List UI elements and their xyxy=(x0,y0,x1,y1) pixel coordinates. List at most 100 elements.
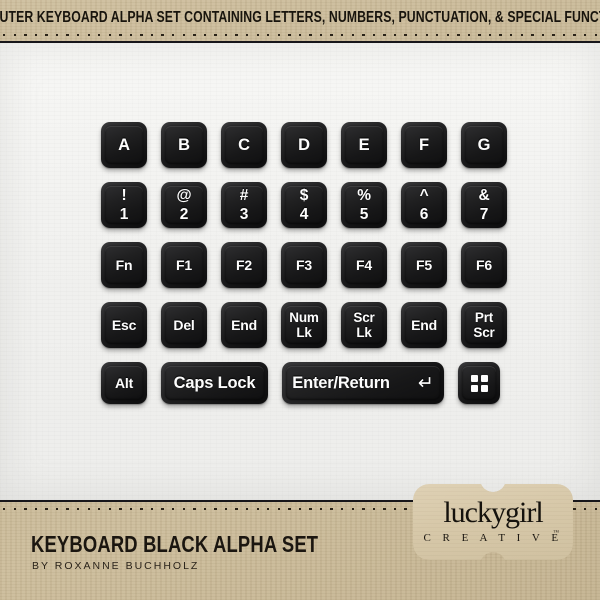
key-face: @2 xyxy=(165,186,203,224)
key-face: Caps Lock xyxy=(165,366,264,400)
key-label: F4 xyxy=(356,257,372,273)
divider-dot xyxy=(562,33,566,37)
key-face: ! 1 xyxy=(105,186,143,224)
key-f1[interactable]: F1 xyxy=(161,242,207,288)
key-face: Del xyxy=(165,306,203,344)
key-esc[interactable]: Esc xyxy=(101,302,147,348)
divider-dot xyxy=(330,33,333,37)
trademark-symbol: ™ xyxy=(553,530,559,536)
key-label-top: Prt xyxy=(474,310,494,325)
key-face: Prt Scr xyxy=(465,306,503,344)
key-label-top: $ xyxy=(299,187,309,204)
key-2[interactable]: @2 xyxy=(161,182,207,228)
divider-dot xyxy=(351,507,354,511)
key-face: F2 xyxy=(225,246,263,284)
divider-dot xyxy=(245,33,249,37)
key-face: ^ 6 xyxy=(405,186,443,224)
key-fn[interactable]: Fn xyxy=(101,242,147,288)
divider-dot xyxy=(541,33,545,37)
divider-dot xyxy=(341,507,344,511)
divider-dot xyxy=(573,33,576,37)
key-caps-lock[interactable]: Caps Lock xyxy=(161,362,268,404)
divider-dot xyxy=(172,33,175,37)
key-label: Del xyxy=(173,317,195,333)
key-windows-grid-icon[interactable] xyxy=(458,362,500,404)
key-face: C xyxy=(225,126,263,164)
key-f6[interactable]: F6 xyxy=(461,242,507,288)
key-f2[interactable]: F2 xyxy=(221,242,267,288)
divider-dot xyxy=(372,33,376,37)
key-6[interactable]: ^ 6 xyxy=(401,182,447,228)
key-d[interactable]: D xyxy=(281,122,327,168)
key-a[interactable]: A xyxy=(101,122,147,168)
divider-dot xyxy=(150,507,154,511)
divider-dot xyxy=(129,507,133,511)
divider-dot xyxy=(478,33,481,37)
key-face: Enter/Return ↵ xyxy=(286,366,440,400)
key-label-top: # xyxy=(239,187,249,204)
key-7[interactable]: & 7 xyxy=(461,182,507,228)
divider-dot xyxy=(140,507,143,511)
key-f3[interactable]: F3 xyxy=(281,242,327,288)
key-alt[interactable]: Alt xyxy=(101,362,147,404)
divider-dot xyxy=(330,507,333,511)
key-c[interactable]: C xyxy=(221,122,267,168)
divider-dot xyxy=(245,507,249,511)
key-4[interactable]: $4 xyxy=(281,182,327,228)
divider-dot xyxy=(193,33,196,37)
divider-dot xyxy=(224,33,228,37)
divider-dot xyxy=(393,33,397,37)
divider-dot xyxy=(172,507,175,511)
product-author: by Roxanne Buchholz xyxy=(32,560,200,572)
key-f4[interactable]: F4 xyxy=(341,242,387,288)
key-face: B xyxy=(165,126,203,164)
key-label-bottom: Scr xyxy=(473,324,495,340)
key-del[interactable]: Del xyxy=(161,302,207,348)
divider-dot xyxy=(277,507,281,511)
divider-dot xyxy=(446,33,450,37)
divider-dot xyxy=(214,33,217,37)
key-end[interactable]: End xyxy=(401,302,447,348)
key-face: & 7 xyxy=(465,186,503,224)
divider-dot xyxy=(594,507,597,511)
key-enter-return[interactable]: Enter/Return ↵ xyxy=(282,362,444,404)
divider-dot xyxy=(383,507,386,511)
key-label: Alt xyxy=(114,375,134,391)
key-e[interactable]: E xyxy=(341,122,387,168)
divider-dot xyxy=(531,33,534,37)
key-label: F xyxy=(419,135,429,154)
key-scr-lk[interactable]: Scr Lk xyxy=(341,302,387,348)
key-f[interactable]: F xyxy=(401,122,447,168)
divider-dot xyxy=(119,33,122,37)
divider-dot xyxy=(319,507,323,511)
key-end[interactable]: End xyxy=(221,302,267,348)
divider-dot xyxy=(87,33,90,37)
key-label-bottom: 2 xyxy=(179,205,189,223)
key-face: End xyxy=(225,306,263,344)
divider-dot xyxy=(203,33,207,37)
key-label-bottom: Lk xyxy=(296,324,312,340)
divider-dot xyxy=(193,507,196,511)
key-face: G xyxy=(465,126,503,164)
key-label-bottom: 4 xyxy=(299,205,309,223)
key-1[interactable]: ! 1 xyxy=(101,182,147,228)
divider-dot xyxy=(34,507,38,511)
key-3[interactable]: #3 xyxy=(221,182,267,228)
key-face: F6 xyxy=(465,246,503,284)
divider-dot xyxy=(309,507,312,511)
divider-dot xyxy=(13,507,16,511)
divider-dot xyxy=(425,33,428,37)
key-g[interactable]: G xyxy=(461,122,507,168)
key-b[interactable]: B xyxy=(161,122,207,168)
divider-dot xyxy=(161,33,164,37)
key-label: Enter/Return xyxy=(292,373,390,392)
key-f5[interactable]: F5 xyxy=(401,242,447,288)
key-5[interactable]: % 5 xyxy=(341,182,387,228)
key-face: F3 xyxy=(285,246,323,284)
key-prt-scr[interactable]: Prt Scr xyxy=(461,302,507,348)
divider-dot xyxy=(436,33,439,37)
key-label-bottom: 1 xyxy=(119,205,129,223)
key-num-lk[interactable]: Num Lk xyxy=(281,302,327,348)
key-label: F1 xyxy=(176,257,192,273)
divider-dot xyxy=(98,33,101,37)
